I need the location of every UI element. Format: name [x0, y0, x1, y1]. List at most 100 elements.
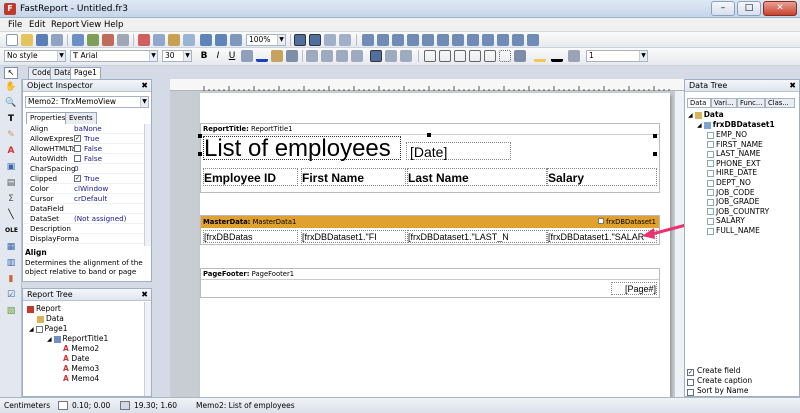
align-to-grid-icon[interactable] — [309, 34, 321, 46]
property-row[interactable]: CharSpacing 0 — [24, 164, 144, 174]
new-report-icon[interactable] — [6, 34, 18, 46]
tree-item-data-root[interactable]: ◢ Data — [688, 110, 724, 120]
property-row[interactable]: Cursor crDefault — [24, 194, 144, 204]
tree-item-memo3[interactable]: A Memo3 — [63, 364, 99, 374]
tab-data-tree-data[interactable]: Data — [687, 98, 711, 108]
fit-to-grid-icon[interactable] — [324, 34, 336, 46]
selection-handle[interactable] — [427, 133, 431, 137]
system-text-icon[interactable]: Σ — [5, 193, 17, 205]
align-bottoms-icon[interactable] — [437, 34, 449, 46]
redo-icon[interactable] — [215, 34, 227, 46]
property-value[interactable]: True — [84, 134, 99, 144]
field-item[interactable]: DEPT_NO — [707, 178, 751, 188]
property-row[interactable]: AllowHTMLTa False — [24, 144, 144, 154]
field-item[interactable]: LAST_NAME — [707, 149, 761, 159]
top-line-icon[interactable] — [424, 50, 436, 62]
preview-icon[interactable] — [51, 34, 63, 46]
left-line-icon[interactable] — [454, 50, 466, 62]
property-row[interactable]: DataField — [24, 204, 144, 214]
property-value[interactable]: 0 — [74, 164, 79, 174]
title-memo[interactable]: List of employees — [203, 136, 401, 161]
align-right-edges-icon[interactable] — [392, 34, 404, 46]
shadow-icon[interactable] — [514, 50, 526, 62]
new-dialog-icon[interactable] — [87, 34, 99, 46]
property-value[interactable]: False — [84, 154, 102, 164]
maximize-button[interactable]: □ — [737, 1, 761, 16]
font-color-icon[interactable] — [256, 50, 268, 62]
tree-item-data[interactable]: Data — [37, 314, 64, 324]
tab-page1[interactable]: Page1 — [70, 67, 101, 79]
workspace-scrollbar[interactable] — [674, 91, 684, 397]
checkbox[interactable]: ✓ — [74, 135, 81, 142]
open-icon[interactable] — [21, 34, 33, 46]
property-row[interactable]: Align baNone — [24, 124, 144, 134]
undo-icon[interactable] — [200, 34, 212, 46]
selection-handle[interactable] — [653, 134, 657, 138]
menu-file[interactable]: File — [5, 19, 25, 31]
chart-icon[interactable]: ▮ — [5, 273, 17, 285]
date-memo[interactable]: [Date] — [406, 142, 511, 160]
field-item[interactable]: FIRST_NAME — [707, 140, 763, 150]
bottom-line-icon[interactable] — [439, 50, 451, 62]
bold-button[interactable]: B — [198, 50, 210, 62]
zoom-combo[interactable]: 100% ▼ — [246, 34, 286, 46]
field-last-name[interactable]: [frxDBDataset1."LAST_N — [407, 230, 547, 243]
property-row[interactable]: DataSet (Not assigned) — [24, 214, 144, 224]
tree-item-memo4[interactable]: A Memo4 — [63, 374, 99, 384]
checkbox[interactable] — [687, 378, 694, 386]
selection-handle[interactable] — [198, 152, 202, 156]
align-bottom-icon[interactable] — [400, 50, 412, 62]
align-middle-icon[interactable] — [385, 50, 397, 62]
field-item[interactable]: SALARY — [707, 216, 745, 226]
barcode-icon[interactable]: ▥ — [5, 257, 17, 269]
zoom-tool-icon[interactable]: 🔍 — [5, 97, 17, 109]
option-create-caption[interactable]: Create caption — [687, 376, 752, 386]
font-combo[interactable]: T Arial ▼ — [70, 50, 158, 62]
align-centers-icon[interactable] — [377, 34, 389, 46]
tab-variables[interactable]: Vari... — [711, 98, 737, 108]
ole-object-icon[interactable]: OLE — [5, 225, 18, 237]
master-data-band[interactable]: MasterData: MasterData1 frxDBDataset1 [f… — [200, 215, 660, 245]
hand-tool-icon[interactable]: ✋ — [5, 81, 17, 93]
header-employee-id[interactable]: Employee ID — [203, 168, 298, 186]
space-horizontally-icon[interactable] — [452, 34, 464, 46]
center-vertically-icon[interactable] — [497, 34, 509, 46]
minimize-button[interactable]: – — [711, 1, 735, 16]
frame-style-icon[interactable] — [568, 50, 580, 62]
property-row[interactable]: AllowExpress ✓ True — [24, 134, 144, 144]
property-row[interactable]: Clipped ✓ True — [24, 174, 144, 184]
property-row[interactable]: Color clWindow — [24, 184, 144, 194]
tab-classes[interactable]: Clas... — [765, 98, 795, 108]
checkbox[interactable]: ✓ — [687, 368, 694, 376]
field-item[interactable]: JOB_CODE — [707, 188, 755, 198]
highlight-icon[interactable] — [271, 50, 283, 62]
show-grid-icon[interactable] — [294, 34, 306, 46]
checkbox[interactable] — [687, 388, 694, 396]
frame-color-icon[interactable] — [551, 50, 563, 62]
format-painter-icon[interactable]: ✎ — [5, 129, 17, 141]
tree-item-page1[interactable]: ◢ Page1 — [29, 324, 67, 334]
field-item[interactable]: EMP_NO — [707, 130, 747, 140]
field-item[interactable]: HIRE_DATE — [707, 168, 757, 178]
style-combo[interactable]: No style ▼ — [4, 50, 66, 62]
page-number-memo[interactable]: [Page#] — [611, 282, 657, 295]
selection-handle[interactable] — [198, 134, 202, 138]
copy-format-icon[interactable] — [183, 34, 195, 46]
property-scrollbar[interactable] — [144, 124, 151, 246]
object-selector[interactable]: Memo2: TfrxMemoView ▼ — [25, 96, 149, 108]
close-icon[interactable]: ✖ — [141, 80, 148, 91]
property-row[interactable]: Description — [24, 224, 144, 234]
tree-item-report[interactable]: Report — [27, 304, 61, 314]
option-create-field[interactable]: ✓ Create field — [687, 366, 741, 376]
field-item[interactable]: PHONE_EXT — [707, 159, 761, 169]
property-value[interactable]: crDefault — [74, 194, 107, 204]
cut-icon[interactable] — [138, 34, 150, 46]
close-icon[interactable]: ✖ — [141, 289, 148, 300]
property-value[interactable]: baNone — [74, 124, 102, 134]
copy-icon[interactable] — [153, 34, 165, 46]
property-value[interactable]: clWindow — [74, 184, 108, 194]
justify-text-icon[interactable] — [351, 50, 363, 62]
cross-tab-icon[interactable]: ▦ — [5, 241, 17, 253]
page-footer-band[interactable]: PageFooter: PageFooter1 [Page#] — [200, 268, 660, 298]
all-lines-icon[interactable] — [484, 50, 496, 62]
